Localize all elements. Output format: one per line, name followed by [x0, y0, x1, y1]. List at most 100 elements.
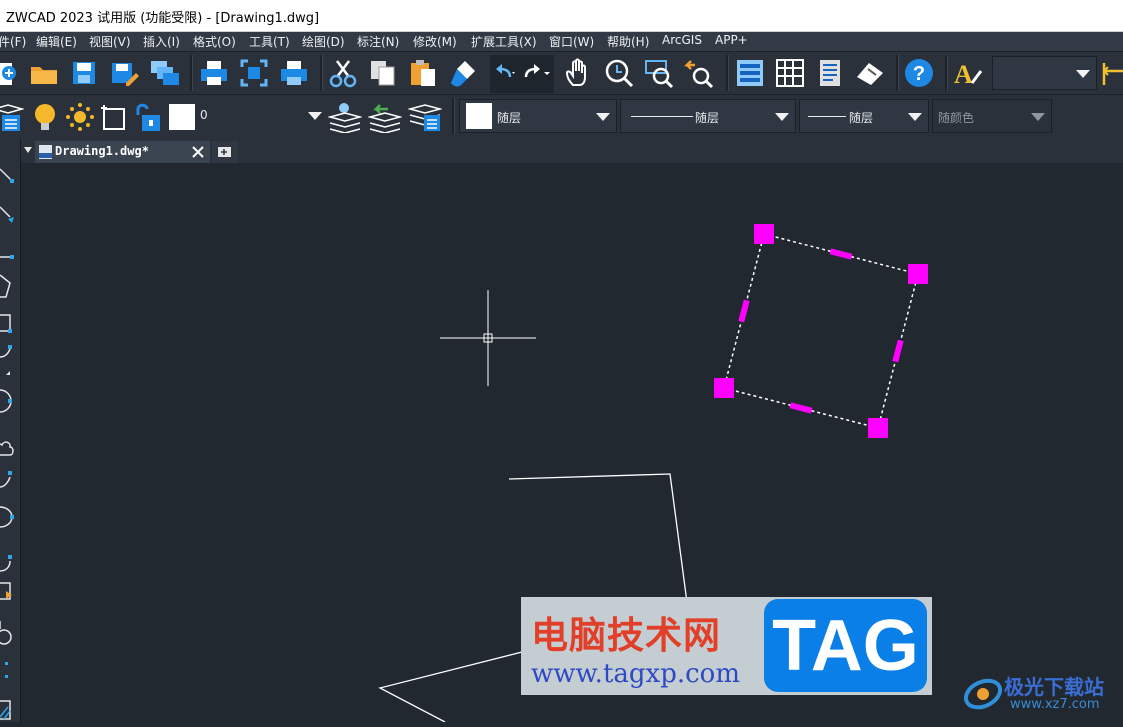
ellipse-icon [0, 506, 14, 528]
open-icon[interactable] [28, 57, 60, 89]
tool-palette-icon[interactable] [814, 57, 846, 89]
design-center-icon[interactable] [774, 57, 806, 89]
text-style-dropdown[interactable] [992, 56, 1097, 90]
multi-window-icon[interactable] [148, 57, 180, 89]
pan-icon[interactable] [563, 57, 595, 89]
match-properties-icon[interactable] [447, 57, 479, 89]
make-layer-current-icon[interactable] [327, 101, 363, 134]
new-tab-icon [218, 147, 231, 157]
copy-icon[interactable] [367, 57, 399, 89]
menu-dimension[interactable]: 标注(N) [357, 33, 399, 50]
grip-midpoint-bottom [789, 402, 813, 414]
zoom-realtime-icon[interactable] [603, 57, 635, 89]
zoom-previous-icon[interactable] [683, 57, 715, 89]
save-as-icon[interactable] [108, 57, 140, 89]
layer-on-icon[interactable] [30, 101, 62, 133]
watermark-brand: 极光下载站 [1004, 675, 1104, 699]
lineweight-sample [808, 116, 846, 117]
lineweight-dropdown[interactable]: 随层 [799, 99, 929, 133]
properties-icon[interactable] [734, 57, 766, 89]
layer-manager-icon[interactable] [0, 101, 25, 133]
chevron-down-icon [308, 112, 322, 120]
save-icon[interactable] [68, 57, 100, 89]
make-block-icon [0, 621, 12, 645]
sheet-icon[interactable] [854, 57, 886, 89]
lineweight-value: 随层 [849, 111, 874, 125]
crosshair-cursor [440, 290, 536, 386]
current-layer-name: 0 [200, 108, 208, 122]
grip-midpoint-left [738, 299, 750, 323]
menu-draw[interactable]: 绘图(D) [302, 33, 345, 50]
cut-icon[interactable] [327, 57, 359, 89]
linetype-sample [631, 116, 693, 117]
new-icon[interactable] [0, 57, 20, 89]
menu-extend-tools[interactable]: 扩展工具(X) [471, 33, 537, 50]
linetype-dropdown[interactable]: 随层 [620, 99, 796, 133]
ellipse-arc-icon [0, 555, 12, 572]
menu-edit[interactable]: 编辑(E) [36, 33, 77, 50]
menu-format[interactable]: 格式(O) [193, 33, 236, 50]
linetype-value: 随层 [695, 111, 720, 125]
menu-bar: 件(F) 编辑(E) 视图(V) 插入(I) 格式(O) 工具(T) 绘图(D)… [0, 32, 1123, 51]
menu-window[interactable]: 窗口(W) [549, 33, 594, 50]
print-icon[interactable] [198, 57, 230, 89]
menu-tools[interactable]: 工具(T) [249, 33, 290, 50]
close-icon[interactable] [192, 146, 204, 158]
ray-icon [0, 206, 14, 223]
grip-corner-2 [908, 264, 928, 284]
chevron-down-icon [908, 113, 922, 121]
rectangle-icon [0, 314, 12, 333]
arc-icon [0, 345, 12, 358]
watermark-title: 电脑技术网 [531, 613, 721, 657]
plot-style-value: 随颜色 [938, 111, 975, 125]
insert-block-icon [0, 582, 12, 600]
color-value: 随层 [497, 111, 522, 125]
plot-icon[interactable] [278, 57, 310, 89]
menu-arcgis[interactable]: ArcGIS [662, 33, 702, 47]
layer-dropdown[interactable]: 0 [196, 99, 328, 133]
layer-unlock-icon[interactable] [132, 101, 164, 133]
menu-help[interactable]: 帮助(H) [607, 33, 649, 50]
chevron-down-icon [775, 113, 789, 121]
layer-thaw-icon[interactable] [64, 101, 96, 133]
layer-toolbar: 0 随层 随层 随层 随颜色 [0, 94, 1123, 140]
dimension-style-icon[interactable] [1100, 57, 1123, 89]
plot-style-dropdown[interactable]: 随颜色 [932, 99, 1052, 133]
revcloud-icon [0, 441, 14, 456]
grip-corner-3 [868, 418, 888, 438]
menu-file[interactable]: 件(F) [0, 33, 26, 50]
grip-corner-1 [754, 224, 774, 244]
svg-text:A: A [954, 60, 973, 89]
color-dropdown[interactable]: 随层 [459, 99, 617, 133]
grip-midpoint-top [829, 248, 853, 260]
grip-corner-4 [714, 378, 734, 398]
menu-modify[interactable]: 修改(M) [413, 33, 457, 50]
polygon-icon [0, 274, 11, 298]
selected-rectangle [723, 233, 919, 429]
redo-icon[interactable] [520, 57, 552, 89]
layer-state-icon[interactable] [407, 101, 443, 133]
tab-drawing1-label: Drawing1.dwg* [55, 144, 149, 158]
paste-icon[interactable] [407, 57, 439, 89]
polyline-icon [0, 255, 14, 259]
layer-viewport-icon[interactable] [98, 101, 130, 133]
menu-view[interactable]: 视图(V) [89, 33, 131, 50]
undo-icon[interactable] [492, 57, 518, 89]
point-icon [5, 662, 8, 678]
menu-insert[interactable]: 插入(I) [143, 33, 180, 50]
text-style-icon[interactable]: A [952, 57, 984, 89]
watermark-tag-logo: TAG [761, 597, 932, 695]
hatch-icon [0, 700, 11, 720]
tag-logo-text: TAG [772, 606, 919, 686]
help-icon[interactable]: ? [903, 57, 935, 89]
print-preview-icon[interactable] [238, 57, 270, 89]
tab-list-arrow-icon[interactable] [24, 147, 34, 155]
new-tab-button[interactable] [212, 141, 238, 163]
menu-app[interactable]: APP+ [715, 33, 748, 47]
tab-drawing1[interactable]: Drawing1.dwg* [35, 141, 210, 163]
watermark-url: www.tagxp.com [531, 659, 740, 689]
draw-toolbar-icons [0, 168, 14, 720]
layer-previous-icon[interactable] [367, 101, 403, 134]
zoom-window-icon[interactable] [643, 57, 675, 89]
dwg-file-icon [39, 145, 52, 159]
